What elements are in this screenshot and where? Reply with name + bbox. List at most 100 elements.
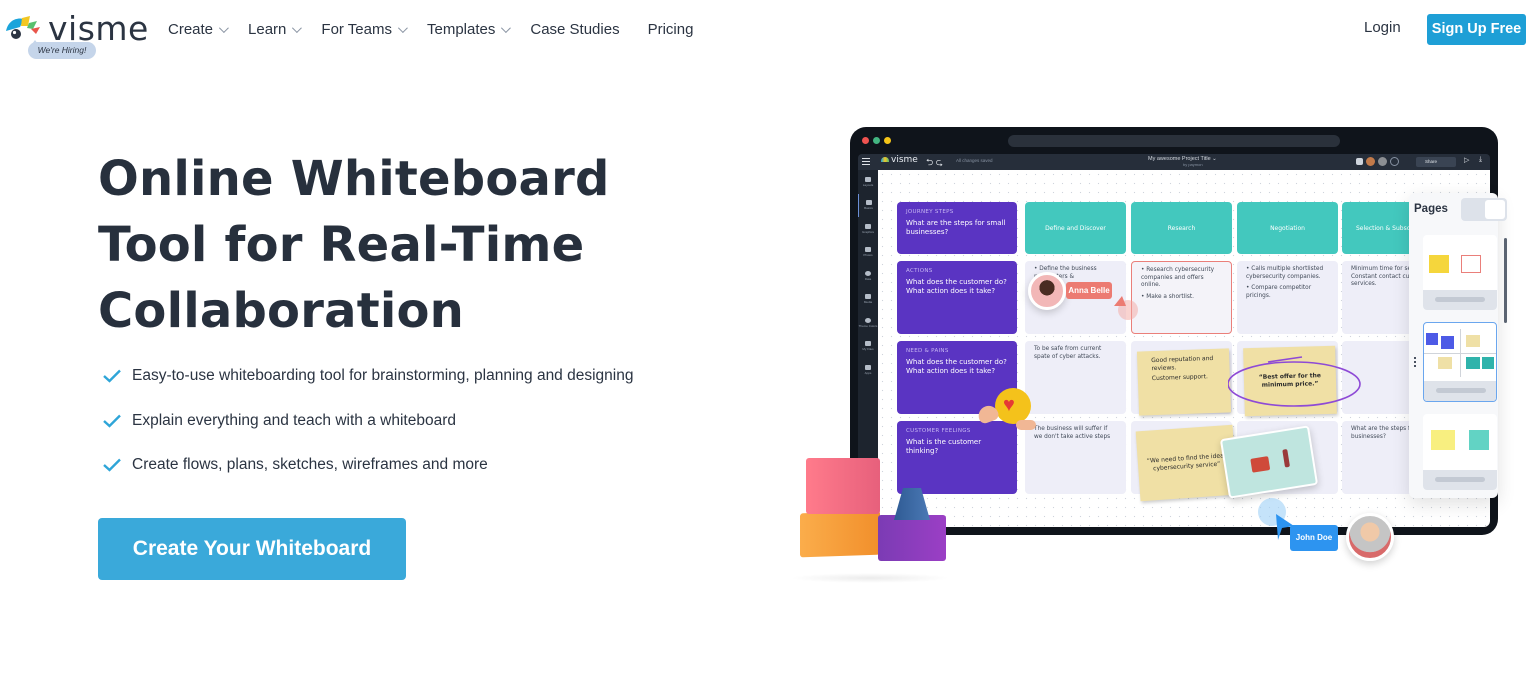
undo-redo-icon: ⮌ ⮎ <box>926 157 943 167</box>
address-bar <box>1008 135 1340 147</box>
cell-needs-define: To be safe from current spate of cyber a… <box>1025 341 1126 414</box>
comment-icon <box>1356 158 1363 165</box>
sidebar-item-data: Data <box>858 264 878 288</box>
chevron-down-icon <box>292 22 303 33</box>
menu-for-teams[interactable]: For Teams <box>321 21 408 38</box>
thumb-sticky <box>1431 430 1455 450</box>
menu-pricing-label: Pricing <box>647 20 694 38</box>
menu-templates[interactable]: Templates <box>427 21 512 38</box>
cell-bullet: Make a shortlist. <box>1141 294 1222 302</box>
sidebar-label: Graphics <box>861 229 874 234</box>
cell-bullet: Compare competitor pricings. <box>1246 285 1329 300</box>
thumb-block <box>1426 333 1438 345</box>
collaborator-label: John Doe <box>1290 525 1338 551</box>
sign-up-free-button[interactable]: Sign Up Free <box>1427 14 1526 45</box>
cell-bullet: Calls multiple shortlisted cybersecurity… <box>1246 266 1329 281</box>
menu-pricing[interactable]: Pricing <box>648 21 694 38</box>
row-caption: NEED & PAINS <box>906 348 949 354</box>
hamburger-menu-icon <box>862 158 870 165</box>
cell-feelings-define: The business will suffer if we don't tak… <box>1025 421 1126 494</box>
hiring-badge[interactable]: We're Hiring! <box>28 42 96 59</box>
sidebar-label: Apps <box>864 370 872 375</box>
thumb-shape <box>1469 430 1489 450</box>
feature-item: Explain everything and teach with a whit… <box>102 409 633 433</box>
editor-toolbar: visme ⮌ ⮎ All changes saved My awesome P… <box>858 154 1490 170</box>
grid-view-icon <box>1463 200 1483 219</box>
menu-create[interactable]: Create <box>168 20 229 38</box>
hero-title: Online Whiteboard Tool for Real-Time Col… <box>98 146 718 344</box>
window-controls <box>862 137 891 144</box>
whiteboard-canvas: JOURNEY STEPS What are the steps for sma… <box>878 170 1490 527</box>
sidebar-item-media: Media <box>858 288 878 312</box>
collaborator-label: Anna Belle <box>1066 282 1112 299</box>
thumb-footer <box>1423 290 1497 310</box>
share-button: Share <box>1416 157 1456 167</box>
chevron-down-icon <box>501 22 512 33</box>
apps-icon <box>865 364 871 370</box>
stage-define-discover: Define and Discover <box>1025 202 1126 254</box>
sticky-bullet: Good reputation and reviews. <box>1151 354 1214 373</box>
checkmark-icon <box>103 458 121 472</box>
feature-text: Easy-to-use whiteboarding tool for brain… <box>132 367 634 384</box>
feature-item: Create flows, plans, sketches, wireframe… <box>102 453 633 477</box>
thumb-footer <box>1424 381 1496 401</box>
sidebar-label: Photos <box>863 253 873 258</box>
logo-wordmark: visme <box>48 9 149 48</box>
page-thumbnail <box>1423 414 1497 490</box>
heart-reaction-illustration: ♥ <box>975 386 1038 436</box>
row-question: What are the steps for small businesses? <box>906 219 1006 236</box>
view-toggle <box>1461 198 1507 221</box>
hero-title-line-1: Online Whiteboard <box>98 151 610 207</box>
sidebar-item-photos: Photos <box>858 241 878 265</box>
play-icon: ▷ <box>1464 157 1470 164</box>
save-status: All changes saved <box>956 158 993 163</box>
menu-case-studies-label: Case Studies <box>530 20 620 38</box>
orange-block <box>800 510 880 558</box>
download-icon: ⤓ <box>1479 156 1483 163</box>
3d-blocks-illustration <box>790 455 960 585</box>
row-question: What is the customer thinking? <box>906 438 982 455</box>
thumb-block <box>1466 357 1480 369</box>
pages-scrollbar <box>1504 238 1507 323</box>
avatar-john-doe <box>1346 513 1394 561</box>
menu-case-studies[interactable]: Case Studies <box>530 21 619 38</box>
thumb-axis <box>1460 329 1461 377</box>
login-link[interactable]: Login <box>1364 19 1401 36</box>
layouts-icon <box>865 176 871 182</box>
pages-panel: Pages <box>1409 193 1507 498</box>
folder-icon <box>865 341 871 347</box>
add-collaborator-icon <box>1390 157 1399 166</box>
feature-text: Create flows, plans, sketches, wireframe… <box>132 456 488 473</box>
media-icon <box>865 294 871 300</box>
page-thumbnail <box>1423 235 1497 310</box>
sidebar-label: Layouts <box>862 182 874 187</box>
sidebar-label: Basics <box>864 206 873 211</box>
avatar <box>1366 157 1375 166</box>
hand-icon <box>1016 420 1036 430</box>
close-dot-icon <box>862 137 869 144</box>
checkmark-icon <box>103 369 121 383</box>
visme-logo[interactable]: visme We're Hiring! <box>4 10 148 60</box>
row-caption: JOURNEY STEPS <box>906 209 954 215</box>
data-icon <box>865 270 871 276</box>
chevron-down-icon <box>218 22 229 33</box>
sidebar-label: Theme Colors <box>858 323 878 328</box>
sticky-note: “We need to find the ideal cybersecurity… <box>1135 424 1238 502</box>
app-logo: visme <box>881 155 918 165</box>
sidebar-item-theme-colors: Theme Colors <box>858 311 878 335</box>
menu-create-label: Create <box>168 20 214 38</box>
pages-title: Pages <box>1414 203 1448 215</box>
row-caption: ACTIONS <box>906 268 933 274</box>
thumb-footer <box>1423 470 1497 490</box>
sidebar-label: My Files <box>862 347 874 352</box>
list-view-icon <box>1485 200 1505 219</box>
pink-block <box>806 458 880 514</box>
avatar <box>1378 157 1387 166</box>
sidebar-item-layouts: Layouts <box>858 170 878 194</box>
blocks-shadow <box>790 573 950 583</box>
menu-learn[interactable]: Learn <box>248 21 303 38</box>
maximize-dot-icon <box>873 137 880 144</box>
create-your-whiteboard-button[interactable]: Create Your Whiteboard <box>98 518 406 580</box>
main-menu: Create Learn For Teams Templates Case St… <box>168 18 721 40</box>
sidebar-item-apps: Apps <box>858 358 878 382</box>
